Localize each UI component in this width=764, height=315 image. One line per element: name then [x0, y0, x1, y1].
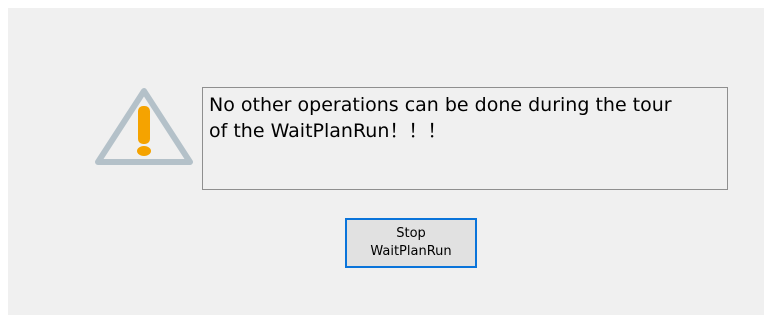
warning-triangle-icon	[92, 86, 196, 168]
stop-waitplanrun-button[interactable]: Stop WaitPlanRun	[345, 218, 477, 268]
message-text: No other operations can be done during t…	[209, 94, 672, 142]
stop-button-label-line1: Stop	[396, 226, 426, 241]
stop-button-label-line2: WaitPlanRun	[370, 244, 452, 259]
message-box: No other operations can be done during t…	[202, 87, 728, 190]
